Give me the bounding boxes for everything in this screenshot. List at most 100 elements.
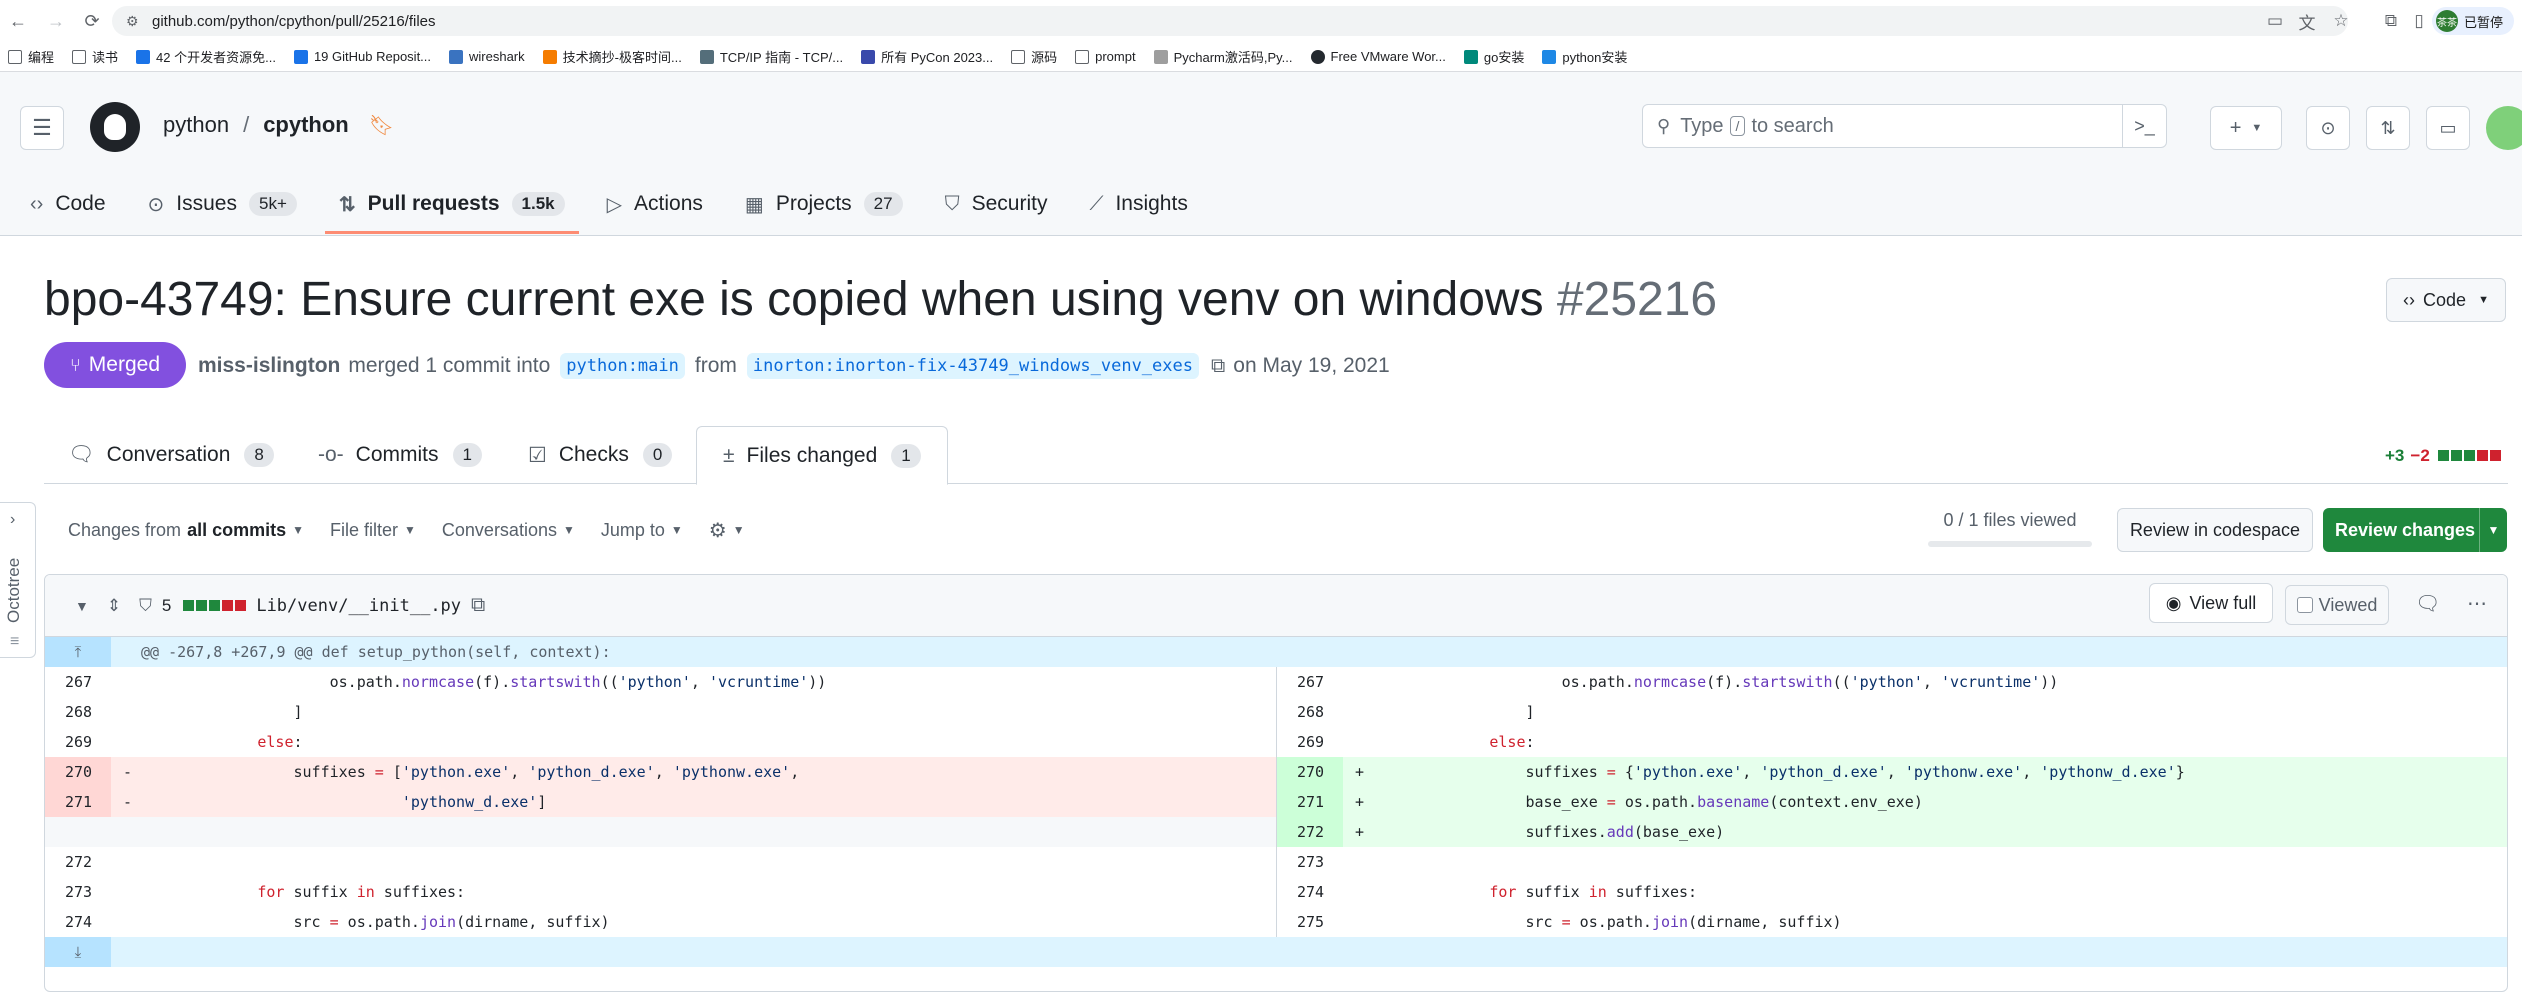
bookmark-item[interactable]: 19 GitHub Reposit... [293,49,431,64]
folder-icon [1011,49,1026,64]
repo-name-link[interactable]: cpython [263,112,349,138]
line-number[interactable]: 274 [45,907,111,937]
tab-projects[interactable]: ▦ Projects 27 [745,174,903,234]
pull-requests-icon[interactable]: ⇅ [2366,106,2410,150]
file-path-link[interactable]: Lib/venv/__init__.py [256,596,461,616]
bookmark-item[interactable]: wireshark [449,49,525,64]
tab-commits[interactable]: -o- Commits 1 [318,426,482,484]
back-icon[interactable]: ← [2,5,34,37]
line-number[interactable]: 267 [1277,667,1343,697]
tab-insights[interactable]: ⟋ Insights [1089,174,1187,234]
translate-icon[interactable]: 文 [2292,6,2322,36]
bookmark-item[interactable]: 所有 PyCon 2023... [861,47,993,66]
bookmark-item[interactable]: TCP/IP 指南 - TCP/... [699,47,843,66]
octotree-sidebar-toggle[interactable]: › Octotree ≡ [0,502,36,658]
user-avatar[interactable] [2486,106,2522,150]
copy-icon[interactable]: ⧉ [1211,355,1225,378]
comment-icon[interactable]: 🗨︎ [2415,591,2440,616]
copy-icon[interactable]: ⧉ [471,594,485,617]
review-in-codespace-button[interactable]: Review in codespace [2117,508,2313,552]
pr-author-link[interactable]: miss-islington [198,354,340,378]
bookmark-item[interactable]: Pycharm激活码,Py... [1153,47,1293,66]
line-number[interactable]: 268 [45,697,111,727]
drag-handle-icon[interactable]: ≡ [10,633,19,651]
line-number[interactable]: 270 [1277,757,1343,787]
line-number[interactable]: 275 [1277,907,1343,937]
base-branch[interactable]: python:main [560,353,685,379]
forward-icon[interactable]: → [40,5,72,37]
line-number[interactable]: 272 [45,847,111,877]
sidepanel-icon[interactable]: ▯ [2404,6,2434,36]
line-number[interactable]: 270 [45,757,111,787]
viewed-checkbox[interactable]: Viewed [2285,585,2389,625]
bookmark-item[interactable]: go安装 [1463,47,1524,66]
line-number[interactable]: 268 [1277,697,1343,727]
line-number[interactable]: 269 [45,727,111,757]
tab-pull-requests[interactable]: ⇅ Pull requests 1.5k [324,174,579,234]
search-input[interactable]: ⚲ Type / to search >_ [1642,104,2167,148]
chevron-right-icon: › [10,511,16,528]
line-number[interactable]: 269 [1277,727,1343,757]
diffstat-bar [181,596,247,616]
star-icon[interactable]: ☆ [2326,6,2356,36]
cast-icon[interactable]: ▭ [2260,6,2290,36]
expand-up-icon[interactable]: ⤒ [45,637,111,667]
line-number[interactable]: 274 [1277,877,1343,907]
bookmark-icon[interactable]: 🔖︎ [369,113,394,138]
address-bar[interactable]: ⚙ github.com/python/cpython/pull/25216/f… [112,6,2348,36]
line-number[interactable] [45,817,111,847]
line-number[interactable]: 273 [45,877,111,907]
tab-conversation[interactable]: 🗨︎ Conversation 8 [68,426,274,484]
line-number[interactable]: 271 [45,787,111,817]
expand-down-icon[interactable]: ⤓ [45,937,111,967]
tab-checks[interactable]: ☑ Checks 0 [528,426,673,484]
shield-icon[interactable]: ⛉ [139,596,152,616]
changes-from-dropdown[interactable]: Changes from all commits ▼ [68,520,304,541]
github-logo-icon[interactable] [90,102,140,152]
bookmark-item[interactable]: python安装 [1542,47,1627,66]
tab-issues[interactable]: ⊙ Issues 5k+ [148,174,297,234]
bookmark-item[interactable]: 源码 [1011,47,1057,66]
line-number[interactable]: 272 [1277,817,1343,847]
repo-owner-link[interactable]: python [163,112,229,138]
conversations-dropdown[interactable]: Conversations ▼ [442,520,575,541]
line-number[interactable]: 273 [1277,847,1343,877]
code-button[interactable]: ‹› Code ▼ [2386,278,2506,322]
profile-button[interactable]: 茶茶 已暂停 [2432,7,2514,35]
jump-to-dropdown[interactable]: Jump to ▼ [601,520,683,541]
head-branch[interactable]: inorton:inorton-fix-43749_windows_venv_e… [746,353,1199,379]
page-title: bpo-43749: Ensure current exe is copied … [44,272,1717,327]
bookmark-item[interactable]: 技术摘抄-极客时间... [542,47,682,66]
line-number[interactable]: 267 [45,667,111,697]
tab-code[interactable]: ‹› Code [30,174,106,234]
create-new-button[interactable]: + ▼ [2210,106,2282,150]
menu-button[interactable]: ☰ [20,106,64,150]
bookmark-item[interactable]: 读书 [72,47,118,66]
bookmark-item[interactable]: prompt [1075,49,1136,64]
bookmark-item[interactable]: Free VMware Wor... [1310,49,1446,64]
code-text: suffixes = ['python.exe', 'python_d.exe'… [149,763,800,781]
inbox-icon[interactable]: ▭ [2426,106,2470,150]
command-palette-icon[interactable]: >_ [2122,105,2166,147]
settings-dropdown[interactable]: ⚙ ▼ [709,518,745,543]
browser-toolbar: ← → ⟳ ⚙ github.com/python/cpython/pull/2… [0,0,2522,42]
kebab-menu-icon[interactable]: ⋯ [2467,591,2487,616]
file-filter-dropdown[interactable]: File filter ▼ [330,520,416,541]
bookmark-item[interactable]: 编程 [8,47,54,66]
code-line: os.path.normcase(f).startswith(('python'… [1343,667,2507,697]
expand-all-icon[interactable]: ⇕ [107,596,121,616]
tab-actions[interactable]: ▷ Actions [607,174,703,234]
tab-files-changed[interactable]: ± Files changed 1 [696,426,948,485]
chevron-down-icon[interactable]: ▼ [2479,508,2507,552]
view-full-button[interactable]: ◉ View full [2149,583,2273,623]
extensions-icon[interactable]: ⧉ [2376,6,2406,36]
bookmark-item[interactable]: 42 个开发者资源免... [136,47,276,66]
reload-icon[interactable]: ⟳ [76,5,108,37]
bookmark-label: 42 个开发者资源免... [156,50,276,65]
chevron-down-icon[interactable]: ▼ [75,598,89,614]
issues-icon[interactable]: ⊙ [2306,106,2350,150]
site-info-icon[interactable]: ⚙ [126,13,139,30]
tab-security[interactable]: ⛉ Security [945,174,1048,234]
review-changes-button[interactable]: Review changes ▼ [2323,508,2507,552]
line-number[interactable]: 271 [1277,787,1343,817]
